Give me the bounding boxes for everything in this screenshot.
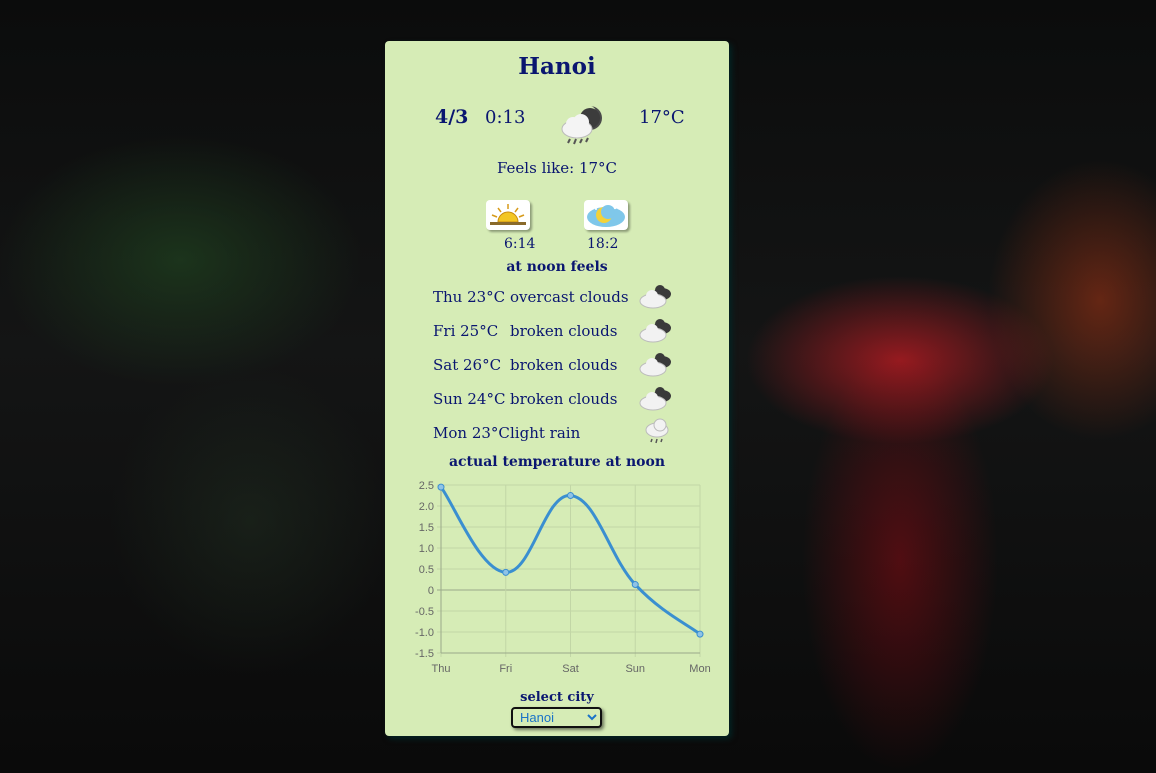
data-point <box>502 568 510 576</box>
broken-clouds-icon <box>639 353 671 377</box>
forecast-day: Thu 23°C <box>433 288 506 306</box>
y-tick-label: -1.5 <box>415 648 434 660</box>
city-select[interactable]: Hanoi <box>511 707 602 728</box>
x-tick-label: Thu <box>432 663 451 675</box>
data-point <box>631 581 639 589</box>
forecast-day: Sat 26°C <box>433 356 502 374</box>
forecast-desc: overcast clouds <box>510 288 629 306</box>
forecast-title: at noon feels <box>506 259 608 275</box>
y-tick-label: 2.5 <box>419 480 434 492</box>
chart-title: actual temperature at noon <box>448 454 666 470</box>
forecast-day: Mon 23°C <box>433 424 510 442</box>
current-time: 0:13 <box>485 107 526 128</box>
night-rain-cloud-icon <box>561 105 602 145</box>
select-city-label: select city <box>520 690 594 705</box>
sunset-moon-icon <box>584 200 628 230</box>
y-tick-label: 1.0 <box>419 543 434 555</box>
forecast-desc: light rain <box>510 424 581 442</box>
data-point <box>567 492 574 499</box>
y-tick-label: 1.5 <box>419 522 434 534</box>
forecast-day: Fri 25°C <box>433 322 499 340</box>
data-point <box>696 630 704 638</box>
temperature-line-chart: 2.5 2.0 1.5 1.0 0.5 0 -0.5 -1.0 -1.5 Thu Fri Sat Sun… <box>415 480 711 675</box>
y-tick-label: -0.5 <box>415 606 434 618</box>
light-rain-icon <box>645 418 669 444</box>
forecast-desc: broken clouds <box>510 356 618 374</box>
y-tick-label: -1.0 <box>415 627 434 639</box>
x-tick-label: Sat <box>562 663 579 675</box>
city-title: Hanoi <box>518 53 596 80</box>
forecast-desc: broken clouds <box>510 390 618 408</box>
overcast-clouds-icon <box>639 285 671 309</box>
sunrise-icon <box>486 200 530 230</box>
y-tick-label: 2.0 <box>419 501 434 513</box>
current-temperature: 17°C <box>639 107 685 128</box>
x-tick-label: Fri <box>499 663 512 675</box>
forecast-day: Sun 24°C <box>433 390 506 408</box>
feels-like-text: Feels like: 17°C <box>496 159 618 177</box>
weather-card: Hanoi 4/3 0:13 17°C Feels like: 17°C 6:1… <box>385 41 729 736</box>
x-tick-label: Sun <box>625 663 645 675</box>
current-date: 4/3 <box>435 106 469 128</box>
data-point <box>437 483 445 491</box>
broken-clouds-icon <box>639 319 671 343</box>
x-tick-label: Mon <box>689 663 710 675</box>
sunrise-time: 6:14 <box>504 236 536 252</box>
sunset-time: 18:2 <box>587 236 619 252</box>
forecast-desc: broken clouds <box>510 322 618 340</box>
y-tick-label: 0 <box>428 585 434 597</box>
broken-clouds-icon <box>639 387 671 411</box>
y-tick-label: 0.5 <box>419 564 434 576</box>
